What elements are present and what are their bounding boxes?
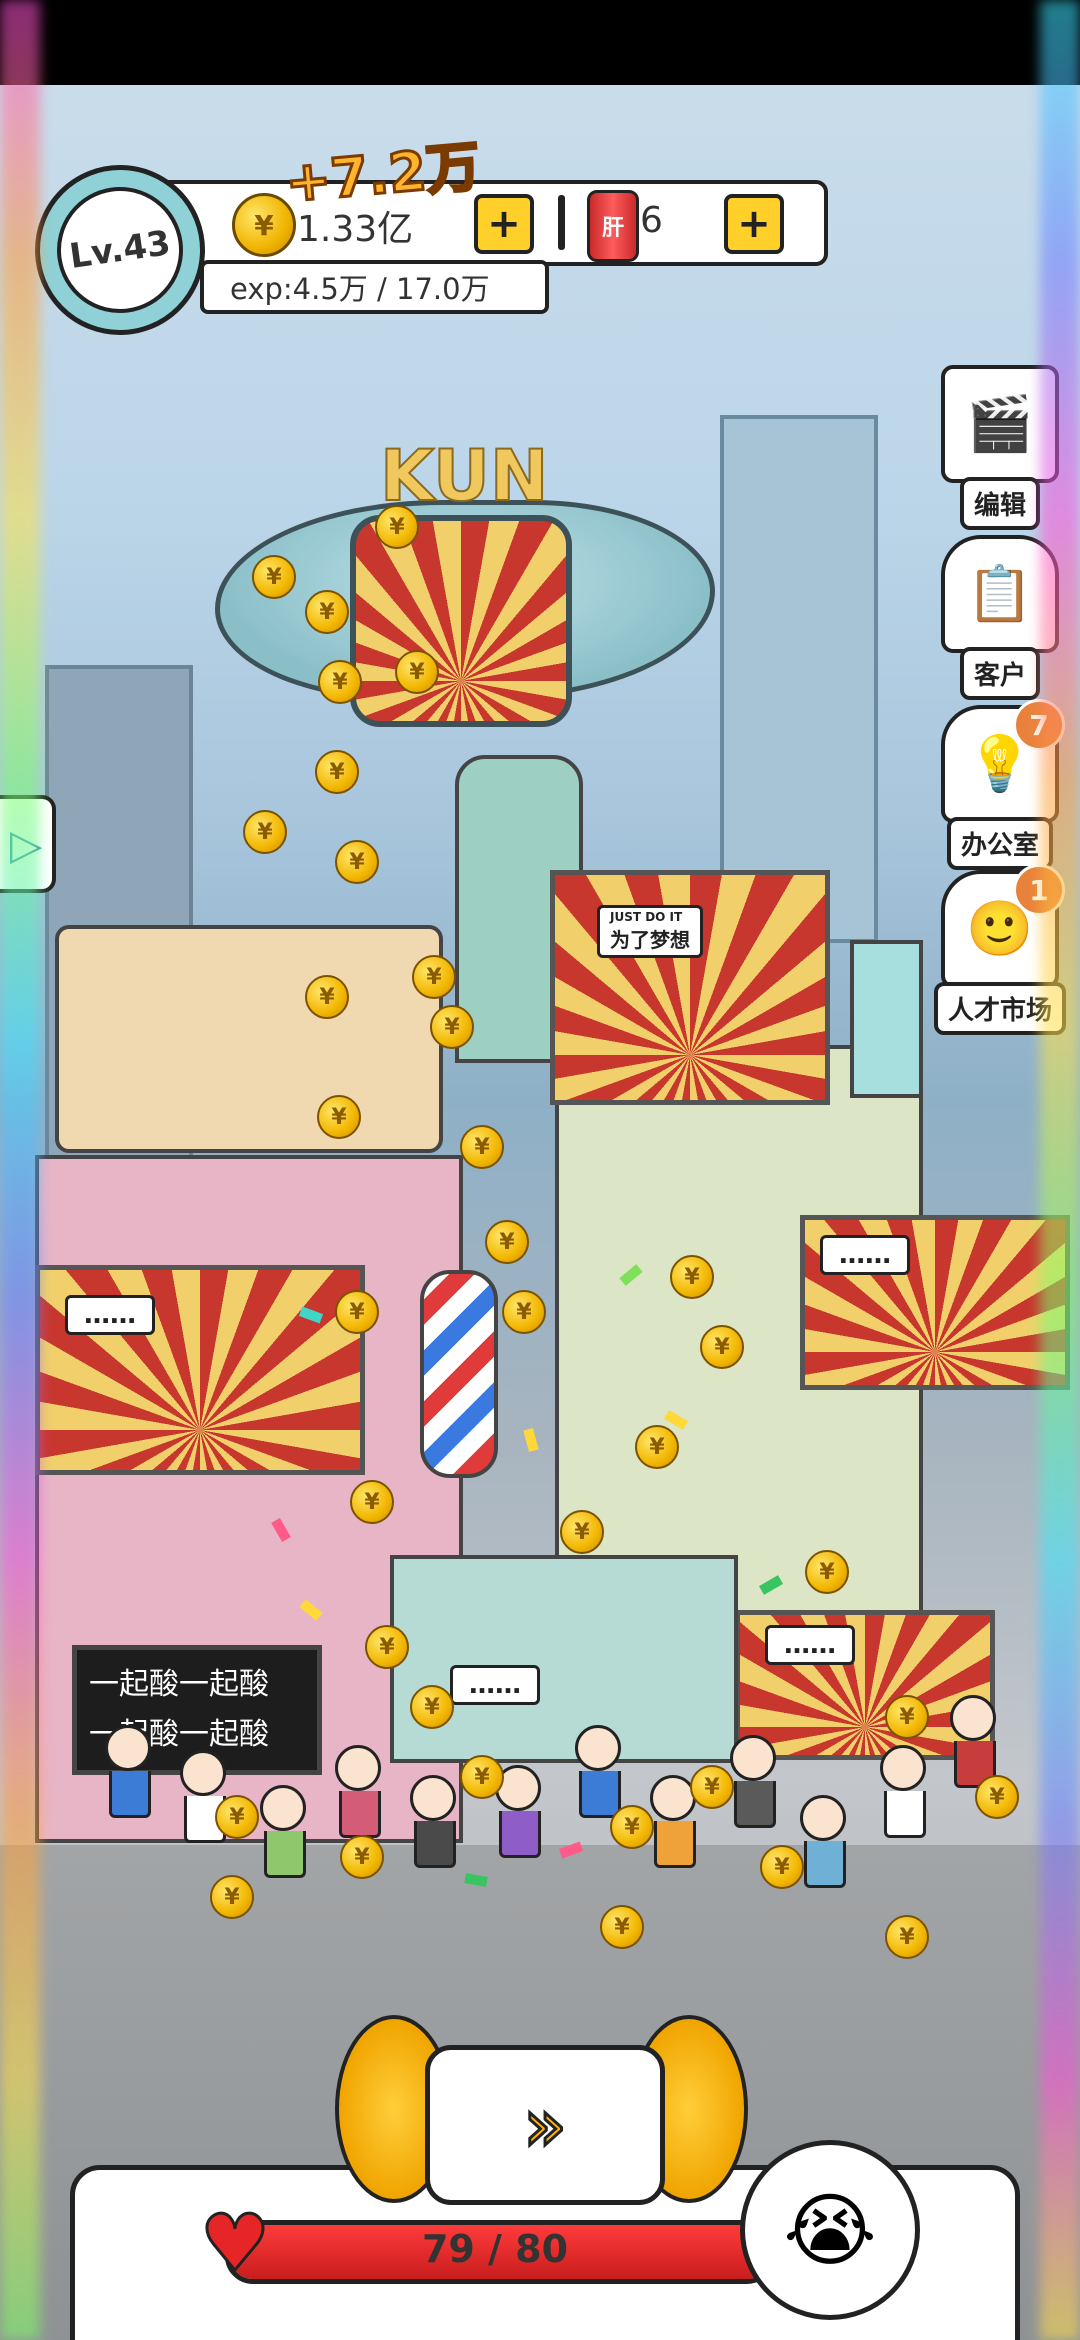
coin[interactable]: ¥ [700,1325,744,1369]
boss-avatar-button[interactable]: 😭 [740,2140,920,2320]
customer[interactable] [410,1775,456,1868]
rainbow-glow-left [0,0,40,2340]
coin[interactable]: ¥ [502,1290,546,1334]
barber-pole [420,1270,498,1478]
coin[interactable]: ¥ [375,505,419,549]
coin[interactable]: ¥ [485,1220,529,1264]
coin[interactable]: ¥ [412,955,456,999]
energy-can-icon: 肝 [587,190,639,262]
coin[interactable]: ¥ [410,1685,454,1729]
exp-bar: exp:4.5万 / 17.0万 [200,260,549,314]
coin[interactable]: ¥ [335,1290,379,1334]
heart-icon: ♥ [199,2199,272,2289]
level-badge[interactable]: Lv.43 [35,165,205,335]
add-coins-button[interactable]: + [474,194,534,254]
billboard-right-speech: …… [820,1235,910,1275]
coin[interactable]: ¥ [805,1550,849,1594]
billboard-bottom-right-speech: …… [765,1625,855,1665]
energy-count: 6 [640,200,663,241]
coin[interactable]: ¥ [305,590,349,634]
coin[interactable]: ¥ [243,810,287,854]
coin-gain-popup: +7.2万 [282,133,485,216]
coin[interactable]: ¥ [340,1835,384,1879]
billboard-top-speech: JUST DO IT 为了梦想 [597,905,703,958]
background-skyscraper [720,415,878,943]
office-label: 办公室 [946,817,1053,870]
coin[interactable]: ¥ [350,1480,394,1524]
coin-icon: ¥ [232,193,296,257]
edit-label: 编辑 [959,477,1040,530]
shop-front [390,1555,738,1763]
customer[interactable] [575,1725,621,1818]
coin[interactable]: ¥ [635,1425,679,1469]
customer[interactable] [650,1775,696,1868]
coin[interactable]: ¥ [318,660,362,704]
status-bar [0,0,1080,85]
level-text: Lv.43 [48,178,192,322]
coin[interactable]: ¥ [317,1095,361,1139]
customer[interactable] [335,1745,381,1838]
coin[interactable]: ¥ [460,1755,504,1799]
crying-face-icon: 😭 [783,2183,877,2277]
add-energy-button[interactable]: + [724,194,784,254]
coin[interactable]: ¥ [670,1255,714,1299]
city-scene: KUN JUST DO IT 为了梦想 …… …… …… …… 一起酸一起酸 一… [0,85,1080,2340]
customer[interactable] [950,1695,996,1788]
coin[interactable]: ¥ [252,555,296,599]
confetti [523,1428,539,1452]
gender-sign [850,940,923,1098]
customers-label: 客户 [959,647,1040,700]
customer[interactable] [880,1745,926,1838]
coin[interactable]: ¥ [210,1875,254,1919]
billboard-top-small-text: JUST DO IT [610,910,683,924]
speed-up-button[interactable]: » [425,2045,665,2205]
billboard-top-text: 为了梦想 [610,928,690,952]
coin[interactable]: ¥ [395,650,439,694]
coin[interactable]: ¥ [975,1775,1019,1819]
rainbow-glow-right [1040,0,1080,2340]
blimp-title: KUN [379,434,549,518]
blimp-screen [350,515,572,727]
health-text: 79 / 80 [421,2227,569,2271]
coin[interactable]: ¥ [365,1625,409,1669]
customer[interactable] [105,1725,151,1818]
hud-divider [558,195,565,250]
customer[interactable] [800,1795,846,1888]
coin[interactable]: ¥ [335,840,379,884]
shop-speech: …… [450,1665,540,1705]
coin[interactable]: ¥ [600,1905,644,1949]
customer[interactable] [260,1785,306,1878]
coin[interactable]: ¥ [215,1795,259,1839]
game-view[interactable]: KUN JUST DO IT 为了梦想 …… …… …… …… 一起酸一起酸 一… [0,85,1080,2340]
coin[interactable]: ¥ [560,1510,604,1554]
coin[interactable]: ¥ [430,1005,474,1049]
fast-forward-icon: » [521,2083,568,2167]
coin[interactable]: ¥ [460,1125,504,1169]
box-face-building [55,925,443,1153]
customer[interactable] [730,1735,776,1828]
coin[interactable]: ¥ [885,1695,929,1739]
coin[interactable]: ¥ [690,1765,734,1809]
chalkboard-line-1: 一起酸一起酸 [89,1667,269,1702]
billboard-left-speech: …… [65,1295,155,1335]
coin[interactable]: ¥ [610,1805,654,1849]
coin[interactable]: ¥ [315,750,359,794]
coin[interactable]: ¥ [305,975,349,1019]
coin[interactable]: ¥ [885,1915,929,1959]
coin[interactable]: ¥ [760,1845,804,1889]
